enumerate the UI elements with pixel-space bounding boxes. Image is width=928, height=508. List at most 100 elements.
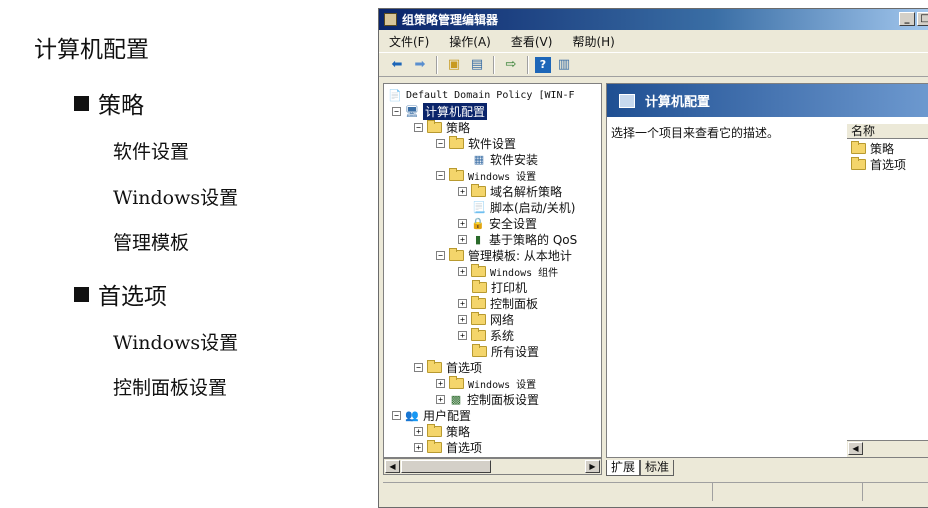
collapse-icon[interactable]: − <box>414 122 423 132</box>
tree-item-computer-config[interactable]: − 🖥 计算机配置 <box>392 102 488 120</box>
menu-view[interactable]: 查看(V) <box>511 33 553 50</box>
tree-item-software-settings[interactable]: − 软件设置 <box>436 135 516 151</box>
status-panel <box>383 483 713 501</box>
help-icon[interactable]: ? <box>535 56 551 73</box>
tree-item-printers[interactable]: 打印机 <box>472 279 527 295</box>
folder-icon <box>449 375 464 389</box>
slide-item: 管理模板 <box>113 232 190 254</box>
slide-title: 计算机配置 <box>34 37 149 63</box>
expand-icon[interactable]: + <box>458 266 467 276</box>
restore-button[interactable]: □ <box>917 12 928 26</box>
tree-item-windows-settings[interactable]: − Windows 设置 <box>436 167 536 183</box>
tree-item-all-settings[interactable]: 所有设置 <box>472 343 539 359</box>
show-tree-icon[interactable]: ▤ <box>467 56 487 74</box>
expand-icon[interactable]: + <box>458 234 467 244</box>
tree-item-software-install[interactable]: ▦ 软件安装 <box>472 151 538 167</box>
tab-extended[interactable]: 扩展 <box>606 460 641 476</box>
tree-item-security-settings[interactable]: + 🔒 安全设置 <box>458 215 537 231</box>
tree-item-system[interactable]: + 系统 <box>458 327 514 343</box>
tree-item-policies[interactable]: − 策略 <box>414 119 470 135</box>
tree-item-network[interactable]: + 网络 <box>458 311 514 327</box>
tree-item-user-policies[interactable]: + 策略 <box>414 423 470 439</box>
tree-horizontal-scrollbar[interactable]: ◀ ▶ <box>383 458 602 475</box>
tree-item-user-preferences[interactable]: + 首选项 <box>414 439 482 455</box>
toolbar-separator <box>436 55 438 74</box>
tree-item-windows-components[interactable]: + Windows 组件 <box>458 263 558 279</box>
menu-action[interactable]: 操作(A) <box>449 33 491 50</box>
folder-icon <box>427 119 442 133</box>
detail-header: 计算机配置 <box>607 84 928 117</box>
back-arrow-icon[interactable]: ⬅ <box>387 56 407 74</box>
tab-standard[interactable]: 标准 <box>640 460 675 476</box>
tree-item-pref-windows-settings[interactable]: + Windows 设置 <box>436 375 536 391</box>
status-bar <box>383 482 928 502</box>
toolbar-separator <box>527 55 529 74</box>
title-bar[interactable]: 组策略管理编辑器 _ □ <box>379 9 928 30</box>
slide-section-preferences: 首选项 <box>74 277 167 311</box>
slide-item: Windows设置 <box>113 332 239 354</box>
scroll-left-icon[interactable]: ◀ <box>385 460 400 473</box>
list-item[interactable]: 首选项 <box>851 156 906 172</box>
folder-icon <box>427 439 442 453</box>
folder-icon <box>449 247 464 261</box>
expand-icon[interactable]: + <box>458 330 467 340</box>
collapse-icon[interactable]: − <box>436 250 445 260</box>
detail-horizontal-scrollbar[interactable]: ◀ <box>847 440 928 457</box>
folder-icon <box>471 263 486 277</box>
slide-item: 控制面板设置 <box>113 377 228 399</box>
expand-icon[interactable]: + <box>458 218 467 228</box>
bullet-square-icon <box>74 286 89 302</box>
tree-item-dns-policy[interactable]: + 域名解析策略 <box>458 183 562 199</box>
export-list-icon[interactable]: ⇨ <box>501 56 521 74</box>
expand-icon[interactable]: + <box>414 442 423 452</box>
expand-icon[interactable]: + <box>414 426 423 436</box>
folder-icon <box>471 183 486 197</box>
tree-item-pref-control-panel[interactable]: + ▩ 控制面板设置 <box>436 391 539 407</box>
folder-icon <box>471 295 486 309</box>
tree-item-preferences[interactable]: − 首选项 <box>414 359 482 375</box>
collapse-icon[interactable]: − <box>392 106 401 116</box>
expand-icon[interactable]: + <box>458 186 467 196</box>
folder-icon <box>427 359 442 373</box>
menu-file[interactable]: 文件(F) <box>389 33 429 50</box>
properties-icon[interactable]: ▥ <box>554 56 574 74</box>
folder-icon <box>427 423 442 437</box>
scroll-right-icon[interactable]: ▶ <box>585 460 600 473</box>
tree-root[interactable]: 📄 Default Domain Policy [WIN-F <box>388 87 574 103</box>
detail-description: 选择一个项目来查看它的描述。 <box>611 126 780 140</box>
collapse-icon[interactable]: − <box>436 138 445 148</box>
slide-item: 软件设置 <box>113 141 190 163</box>
tree-item-control-panel[interactable]: + 控制面板 <box>458 295 538 311</box>
computer-icon: 🖥 <box>405 104 419 118</box>
folder-icon <box>449 135 464 149</box>
tree-item-user-config[interactable]: − 👥 用户配置 <box>392 407 471 423</box>
tree-item-admin-templates[interactable]: − 管理模板: 从本地计 <box>436 247 572 263</box>
column-header-name[interactable]: 名称 <box>847 124 928 139</box>
collapse-icon[interactable]: − <box>414 362 423 372</box>
expand-icon[interactable]: + <box>436 394 445 404</box>
minimize-button[interactable]: _ <box>899 12 915 26</box>
forward-arrow-icon[interactable]: ➡ <box>410 56 430 74</box>
folder-icon <box>851 140 866 154</box>
window-title: 组策略管理编辑器 <box>402 13 499 27</box>
users-icon: 👥 <box>405 408 419 422</box>
collapse-icon[interactable]: − <box>436 170 445 180</box>
expand-icon[interactable]: + <box>458 298 467 308</box>
up-folder-icon[interactable]: ▣ <box>444 56 464 74</box>
tree-item-scripts[interactable]: 📃 脚本(启动/关机) <box>472 199 575 215</box>
gpo-editor-window: 组策略管理编辑器 _ □ 文件(F) 操作(A) 查看(V) 帮助(H) ⬅ ➡… <box>378 8 928 508</box>
expand-icon[interactable]: + <box>436 378 445 388</box>
control-panel-icon: ▩ <box>450 392 462 406</box>
expand-icon[interactable]: + <box>458 314 467 324</box>
scroll-left-icon[interactable]: ◀ <box>848 442 863 455</box>
scroll-thumb[interactable] <box>401 460 491 473</box>
toolbar: ⬅ ➡ ▣ ▤ ⇨ ? ▥ <box>379 52 928 77</box>
slide-item: Windows设置 <box>113 187 239 209</box>
detail-pane: 计算机配置 选择一个项目来查看它的描述。 名称 策略 首选项 ◀ <box>606 83 928 458</box>
bar-chart-icon: ▮ <box>474 232 482 246</box>
folder-icon <box>472 279 487 293</box>
list-item[interactable]: 策略 <box>851 140 894 156</box>
collapse-icon[interactable]: − <box>392 410 401 420</box>
menu-help[interactable]: 帮助(H) <box>572 33 614 50</box>
tree-item-qos[interactable]: + ▮ 基于策略的 QoS <box>458 231 577 247</box>
